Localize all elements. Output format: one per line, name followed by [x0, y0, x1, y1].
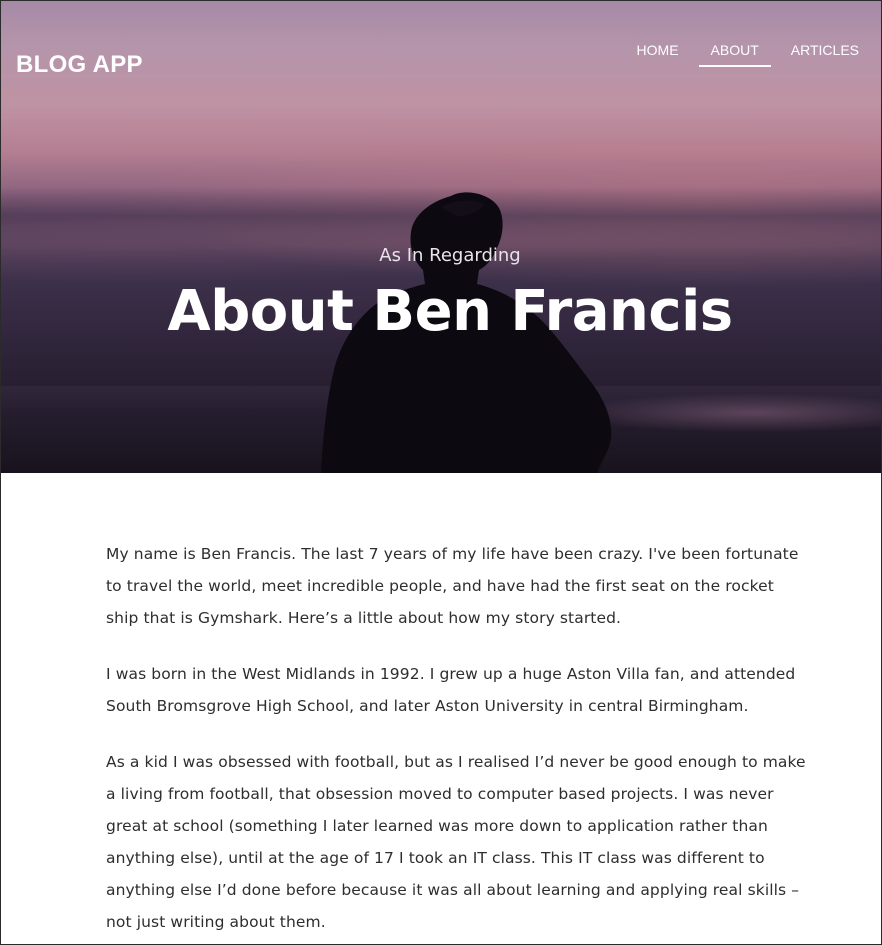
paragraph: My name is Ben Francis. The last 7 years…	[106, 545, 799, 627]
page-title: About Ben Francis	[167, 279, 733, 344]
hero-banner: BLOG APP HOME ABOUT ARTICLES As In Regar…	[1, 1, 881, 473]
article-body: My name is Ben Francis. The last 7 years…	[106, 538, 806, 944]
hero-subtitle: As In Regarding	[379, 245, 521, 266]
brand-logo[interactable]: BLOG APP	[16, 51, 143, 79]
page-frame: BLOG APP HOME ABOUT ARTICLES As In Regar…	[0, 0, 882, 945]
paragraph: I was born in the West Midlands in 1992.…	[106, 665, 796, 715]
nav-item-about[interactable]: ABOUT	[698, 41, 771, 67]
nav-item-home[interactable]: HOME	[625, 41, 691, 67]
nav-item-articles[interactable]: ARTICLES	[779, 41, 871, 67]
main-nav: HOME ABOUT ARTICLES	[621, 41, 881, 67]
paragraph: As a kid I was obsessed with football, b…	[106, 753, 806, 931]
